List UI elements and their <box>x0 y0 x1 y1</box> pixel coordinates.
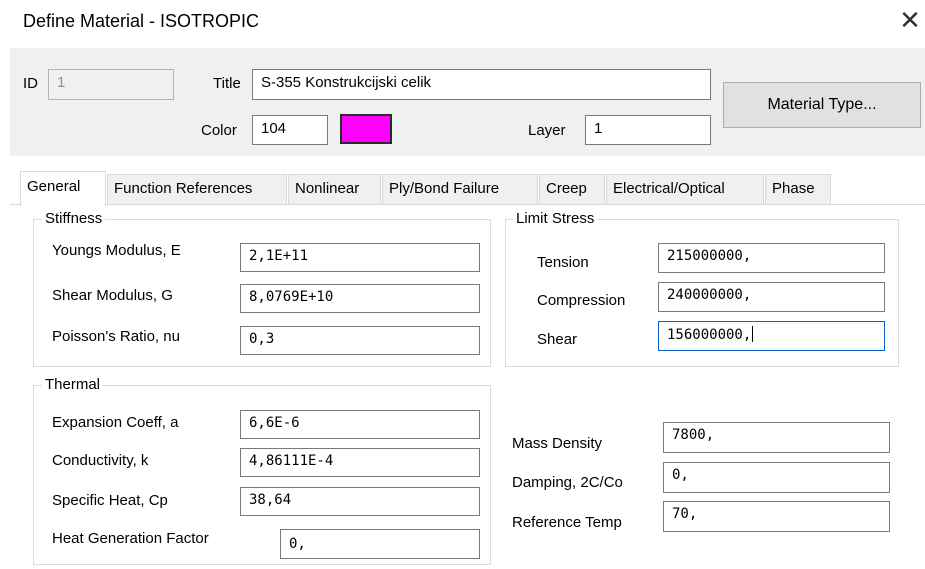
tab-creep[interactable]: Creep <box>539 174 605 204</box>
conductivity-field[interactable]: 4,86111E-4 <box>240 448 480 477</box>
close-icon[interactable]: ✕ <box>895 5 925 35</box>
shear-stress-value: 156000000, <box>667 327 752 343</box>
thermal-group-title: Thermal <box>42 376 104 393</box>
expansion-coeff-field[interactable]: 6,6E-6 <box>240 410 480 439</box>
layer-field[interactable]: 1 <box>585 115 711 145</box>
tab-strip: General Function References Nonlinear Pl… <box>10 171 925 206</box>
tab-phase[interactable]: Phase <box>765 174 831 204</box>
color-swatch[interactable] <box>340 114 392 144</box>
reference-temp-field[interactable]: 70, <box>663 501 890 532</box>
damping-label: Damping, 2C/Co <box>512 474 623 491</box>
tab-nonlinear[interactable]: Nonlinear <box>288 174 381 204</box>
title-label: Title <box>213 75 241 92</box>
stiffness-group-title: Stiffness <box>42 210 106 227</box>
tension-field[interactable]: 215000000, <box>658 243 885 273</box>
compression-label: Compression <box>537 292 626 309</box>
shear-stress-label: Shear <box>537 331 578 348</box>
specific-heat-label: Specific Heat, Cp <box>52 492 168 509</box>
material-type-button[interactable]: Material Type... <box>723 82 921 128</box>
tab-function-references[interactable]: Function References <box>107 174 287 204</box>
window-title: Define Material - ISOTROPIC <box>23 11 260 31</box>
id-label: ID <box>23 75 38 92</box>
shear-modulus-label: Shear Modulus, G <box>52 287 173 304</box>
tab-ply-bond-failure[interactable]: Ply/Bond Failure <box>382 174 538 204</box>
tension-label: Tension <box>537 254 589 271</box>
specific-heat-field[interactable]: 38,64 <box>240 487 480 516</box>
damping-field[interactable]: 0, <box>663 462 890 493</box>
poissons-ratio-field[interactable]: 0,3 <box>240 326 480 355</box>
tab-general[interactable]: General <box>20 171 106 206</box>
heat-generation-field[interactable]: 0, <box>280 529 480 559</box>
poissons-ratio-label: Poisson's Ratio, nu <box>52 328 180 345</box>
youngs-modulus-field[interactable]: 2,1E+11 <box>240 243 480 272</box>
mass-density-field[interactable]: 7800, <box>663 422 890 453</box>
expansion-coeff-label: Expansion Coeff, a <box>52 414 179 431</box>
heat-generation-label: Heat Generation Factor <box>52 530 209 547</box>
youngs-modulus-label: Youngs Modulus, E <box>52 242 181 259</box>
title-field[interactable]: S-355 Konstrukcijski celik <box>252 69 711 100</box>
compression-field[interactable]: 240000000, <box>658 282 885 312</box>
color-field[interactable]: 104 <box>252 115 328 145</box>
limit-stress-group-title: Limit Stress <box>513 210 598 227</box>
text-caret <box>752 326 754 342</box>
layer-label: Layer <box>528 122 566 139</box>
color-label: Color <box>201 122 237 139</box>
conductivity-label: Conductivity, k <box>52 452 149 469</box>
shear-stress-field[interactable]: 156000000, <box>658 321 885 351</box>
reference-temp-label: Reference Temp <box>512 514 622 531</box>
tab-electrical-optical[interactable]: Electrical/Optical <box>606 174 764 204</box>
mass-density-label: Mass Density <box>512 435 603 452</box>
id-field: 1 <box>48 69 174 100</box>
shear-modulus-field[interactable]: 8,0769E+10 <box>240 284 480 313</box>
